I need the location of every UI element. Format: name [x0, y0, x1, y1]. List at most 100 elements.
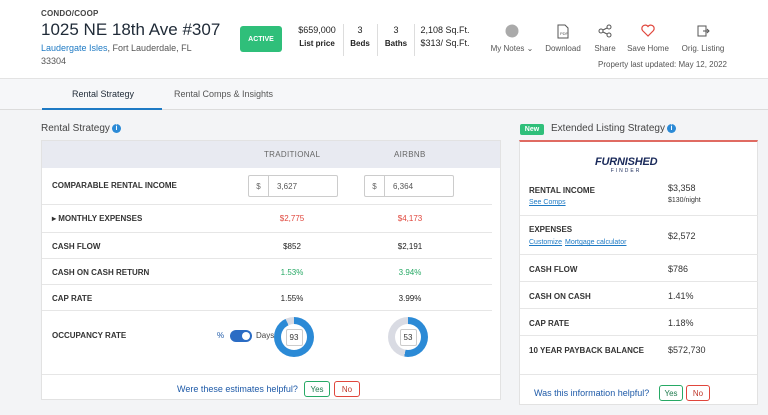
airbnb-expenses: $4,173	[397, 214, 423, 223]
ext-cashflow-label: CASH FLOW	[529, 265, 578, 274]
ext-income-label: RENTAL INCOME	[529, 186, 595, 195]
airbnb-income-value: 6,364	[393, 181, 414, 191]
beds-value: 3	[357, 25, 363, 35]
my-notes-button[interactable]: My Notes ⌄	[490, 24, 534, 53]
list-item: CASH ON CASH 1.41%	[520, 282, 758, 309]
list-item: CAP RATE 1.18%	[520, 309, 758, 336]
list-price: $659,000	[298, 25, 336, 35]
donut-center: 93	[281, 324, 307, 350]
table-row: CASH ON CASH RETURN 1.53% 3.94%	[42, 259, 492, 285]
table-row: OCCUPANCY RATE % Days 93 53	[42, 311, 492, 363]
extended-strategy-title: Extended Listing Strategy i	[551, 123, 676, 134]
rental-strategy-title: Rental Strategy i	[41, 123, 121, 134]
status-badge: ACTIVE	[240, 26, 282, 52]
svg-text:PDF: PDF	[560, 31, 569, 36]
ext-coc-label: CASH ON CASH	[529, 292, 591, 301]
square-feet: 2,108 Sq.Ft.	[420, 25, 470, 35]
new-badge: New	[520, 124, 544, 135]
customize-link[interactable]: Customize	[529, 239, 562, 246]
info-helpful-question: Was this information helpful?	[534, 388, 650, 398]
percent-option[interactable]: %	[217, 331, 224, 340]
divider	[414, 24, 415, 56]
see-comps-link[interactable]: See Comps	[529, 199, 566, 206]
price-per-sqft: $313/ Sq.Ft.	[420, 38, 470, 48]
table-row[interactable]: ▸ MONTHLY EXPENSES $2,775 $4,173	[42, 205, 492, 233]
logo-sub-text: FINDER	[610, 168, 642, 174]
pdf-file-icon: PDF	[555, 24, 571, 40]
airbnb-occupancy-input[interactable]: 53	[399, 328, 417, 346]
save-home-button[interactable]: Save Home	[626, 24, 670, 53]
ext-income-value: $3,358	[668, 183, 696, 193]
mortgage-calculator-link[interactable]: Mortgage calculator	[565, 239, 626, 246]
traditional-income-value: 3,627	[277, 181, 298, 191]
rental-strategy-heading: Rental Strategy	[41, 123, 110, 134]
info-icon[interactable]: i	[666, 123, 676, 133]
traditional-income-input[interactable]: $ 3,627	[248, 175, 338, 197]
download-button[interactable]: PDF Download	[545, 24, 581, 53]
my-notes-label: My Notes	[490, 44, 525, 53]
airbnb-income-input[interactable]: $ 6,364	[364, 175, 454, 197]
list-item: RENTAL INCOME See Comps $3,358 $130/nigh…	[520, 178, 758, 216]
tab-rental-comps[interactable]: Rental Comps & Insights	[174, 89, 273, 99]
active-tab-indicator	[42, 108, 162, 110]
days-option[interactable]: Days	[256, 331, 274, 340]
price-stat: $659,000 List price	[296, 24, 338, 50]
original-listing-label: Orig. Listing	[681, 44, 725, 53]
tab-rental-strategy[interactable]: Rental Strategy	[72, 89, 134, 99]
income-label: COMPARABLE RENTAL INCOME	[52, 181, 177, 190]
list-item: EXPENSES Customize Mortgage calculator $…	[520, 216, 758, 255]
logo-main-text: FURNISHED	[595, 156, 658, 168]
property-address: 1025 NE 18th Ave #307	[41, 20, 221, 39]
neighborhood-link[interactable]: Laudergate Isles	[41, 43, 108, 53]
save-home-label: Save Home	[627, 44, 669, 53]
currency-symbol: $	[365, 176, 385, 196]
divider	[520, 374, 757, 375]
listing-header: CONDO/COOP 1025 NE 18th Ave #307 Lauderg…	[0, 0, 768, 78]
table-row: CASH FLOW $852 $2,191	[42, 233, 492, 259]
property-type: CONDO/COOP	[41, 9, 99, 18]
divider	[42, 374, 500, 375]
table-header: TRADITIONAL AIRBNB	[42, 141, 500, 168]
share-button[interactable]: Share	[592, 24, 618, 53]
traditional-cap: 1.55%	[280, 294, 304, 303]
ext-cap-value: 1.18%	[668, 318, 694, 328]
beds-label: Beds	[350, 39, 370, 48]
tab-bar: Rental Strategy Rental Comps & Insights	[0, 78, 768, 110]
cashflow-label: CASH FLOW	[52, 242, 101, 251]
share-icon	[597, 24, 613, 40]
expenses-label: MONTHLY EXPENSES	[58, 214, 143, 223]
ext-coc-value: 1.41%	[668, 291, 694, 301]
chevron-down-icon: ⌄	[524, 44, 534, 53]
baths-label: Baths	[384, 39, 408, 48]
share-label: Share	[594, 44, 616, 53]
extended-strategy-card: FURNISHED FINDER RENTAL INCOME See Comps…	[519, 140, 758, 405]
divider	[377, 24, 378, 56]
city-state: , Fort Lauderdale, FL	[107, 43, 192, 53]
coc-label: CASH ON CASH RETURN	[52, 268, 150, 277]
beds-stat: 3 Beds	[350, 24, 370, 50]
zip-code: 33304	[41, 56, 67, 66]
list-item: CASH FLOW $786	[520, 255, 758, 282]
ext-helpful-yes-button[interactable]: Yes	[659, 385, 683, 401]
original-listing-button[interactable]: Orig. Listing	[680, 24, 726, 53]
info-icon[interactable]: i	[111, 123, 121, 133]
occupancy-unit-toggle[interactable]	[230, 330, 252, 342]
helpful-yes-button[interactable]: Yes	[304, 381, 330, 397]
donut-center: 53	[395, 324, 421, 350]
table-row: COMPARABLE RENTAL INCOME $ 3,627 $ 6,364	[42, 168, 492, 205]
ext-nightly-rate: $130/night	[668, 197, 701, 204]
helpful-no-button[interactable]: No	[334, 381, 360, 397]
traditional-coc: 1.53%	[280, 268, 304, 277]
traditional-column: TRADITIONAL	[264, 150, 321, 159]
cap-label: CAP RATE	[52, 294, 93, 303]
ext-helpful-no-button[interactable]: No	[686, 385, 710, 401]
furnished-finder-logo: FURNISHED FINDER	[595, 156, 658, 174]
baths-stat: 3 Baths	[384, 24, 408, 50]
ext-payback-label: 10 YEAR PAYBACK BALANCE	[529, 346, 644, 355]
area-stat: 2,108 Sq.Ft. $313/ Sq.Ft.	[420, 24, 470, 50]
ext-cashflow-value: $786	[668, 264, 689, 274]
traditional-occupancy-input[interactable]: 93	[285, 328, 303, 346]
estimates-helpful-question: Were these estimates helpful?	[177, 384, 298, 394]
expenses-expander[interactable]: ▸ MONTHLY EXPENSES	[52, 214, 142, 223]
property-location: Laudergate Isles, Fort Lauderdale, FL 33…	[41, 42, 201, 68]
